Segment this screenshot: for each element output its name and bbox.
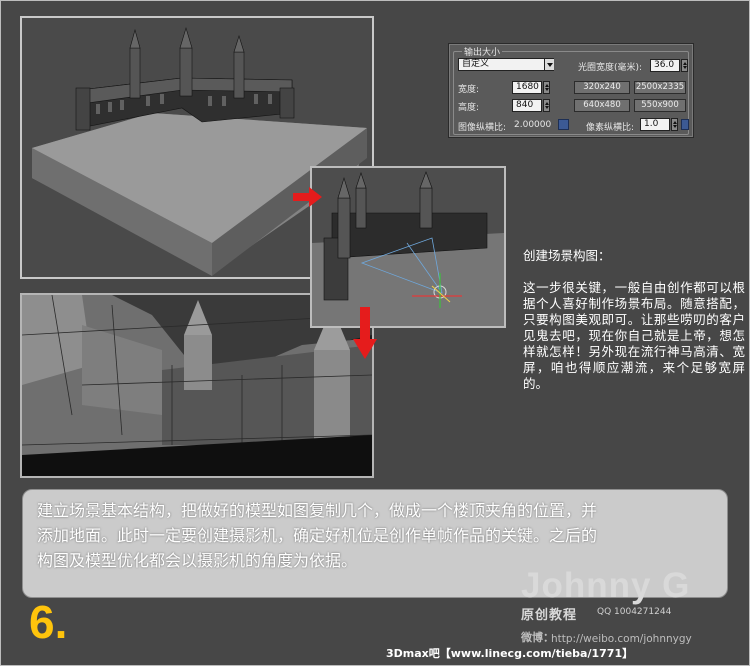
aperture-value: 36.0 [654, 60, 675, 70]
footer-forum-link[interactable]: 3Dmax吧【www.linecg.com/tieba/1771】 [386, 645, 633, 661]
preset-button-550x900[interactable]: 550x900 [634, 99, 686, 112]
image-aspect-lock-icon[interactable] [558, 119, 569, 130]
watermark-author-name: Johnny G [521, 566, 691, 605]
caption-line-1: 建立场景基本结构，把做好的模型如图复制几个，做成一个楼顶夹角的位置，并 [37, 501, 598, 520]
step-number: 6. [29, 596, 68, 648]
height-label: 高度: [458, 103, 480, 113]
preset-button-2500x2335[interactable]: 2500x2335 [634, 81, 686, 94]
output-size-group: 输出大小 自定义 光圈宽度(毫米): 36.0 宽度: 1680 高度: 840… [453, 45, 689, 135]
pixel-aspect-input[interactable]: 1.0 [640, 118, 670, 131]
preset-button-320x240[interactable]: 320x240 [574, 81, 630, 94]
preset-button-640x480[interactable]: 640x480 [574, 99, 630, 112]
height-input[interactable]: 840 [512, 99, 542, 112]
viewport-camera-setup[interactable] [310, 166, 506, 328]
caption-line-2: 添加地面。此时一定要创建摄影机，确定好机位是创作单帧作品的关键。之后的 [37, 526, 598, 545]
chevron-down-icon[interactable] [544, 59, 554, 70]
preset-value: 自定义 [462, 59, 490, 69]
preset-dropdown[interactable]: 自定义 [458, 58, 554, 71]
output-size-title: 输出大小 [462, 45, 503, 58]
watermark-weibo-label: 微博： [521, 631, 554, 644]
camera-setup-scene [312, 168, 504, 326]
aperture-input[interactable]: 36.0 [650, 59, 680, 72]
width-spinner[interactable] [543, 81, 550, 94]
caption-line-3: 构图及模型优化都会以摄影机的角度为依据。 [37, 551, 358, 570]
pixel-aspect-value: 1.0 [644, 119, 659, 129]
pixel-aspect-lock-icon[interactable] [681, 119, 689, 130]
image-aspect-label: 图像纵横比: [458, 123, 507, 133]
aperture-label: 光圈宽度(毫米): [578, 63, 643, 73]
image-aspect-value: 2.00000 [514, 120, 552, 130]
render-output-size-panel: 输出大小 自定义 光圈宽度(毫米): 36.0 宽度: 1680 高度: 840… [448, 43, 694, 138]
width-label: 宽度: [458, 85, 480, 95]
watermark-subtitle: 原创教程 [521, 608, 578, 623]
pixel-aspect-spinner[interactable] [671, 118, 678, 131]
width-value: 1680 [516, 82, 539, 92]
scene-composition-body: 这一步很关键，一般自由创作都可以根据个人喜好制作场景布局。随意搭配，只要构图美观… [523, 280, 745, 391]
aperture-spinner[interactable] [681, 59, 688, 72]
scene-composition-text: 创建场景构图： 这一步很关键，一般自由创作都可以根据个人喜好制作场景布局。随意搭… [523, 248, 745, 392]
tutorial-page: 输出大小 自定义 光圈宽度(毫米): 36.0 宽度: 1680 高度: 840… [0, 0, 750, 666]
scene-composition-heading: 创建场景构图： [523, 248, 611, 263]
red-right-arrow-icon [293, 187, 322, 207]
height-value: 840 [516, 100, 534, 110]
pixel-aspect-label: 像素纵横比: [586, 123, 635, 133]
height-spinner[interactable] [543, 99, 550, 112]
width-input[interactable]: 1680 [512, 81, 542, 94]
watermark-qq: QQ 1004271244 [597, 607, 672, 617]
watermark-weibo-url: http://weibo.com/johnnygy [551, 633, 692, 645]
red-down-arrow-icon [353, 307, 377, 359]
